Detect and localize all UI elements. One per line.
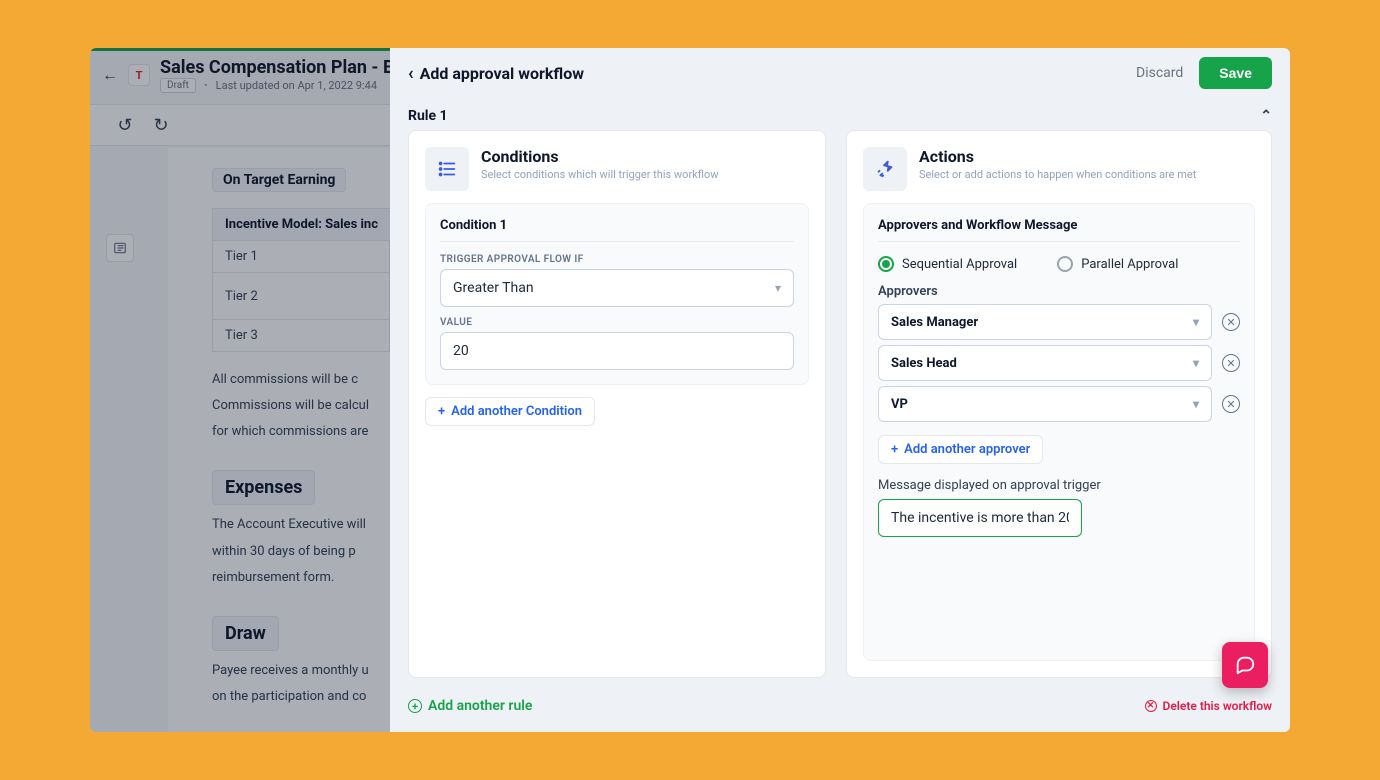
condition-panel: Condition 1 TRIGGER APPROVAL FLOW IF Gre… [425, 203, 809, 385]
add-rule-button[interactable]: + Add another rule [408, 698, 532, 714]
approvers-panel: Approvers and Workflow Message Sequentia… [863, 203, 1255, 661]
conditions-subtitle: Select conditions which will trigger thi… [481, 168, 719, 181]
parallel-approval-radio[interactable]: Parallel Approval [1057, 256, 1178, 272]
save-button[interactable]: Save [1199, 57, 1272, 89]
actions-title: Actions [919, 147, 1196, 166]
approvers-panel-heading: Approvers and Workflow Message [878, 218, 1240, 242]
condition-label: Condition 1 [440, 218, 794, 242]
chat-fab[interactable] [1222, 642, 1268, 688]
conditions-title: Conditions [481, 147, 719, 166]
chevron-down-icon: ▾ [1193, 315, 1199, 329]
approver-row: VP ▾ ✕ [878, 386, 1240, 422]
radio-selected-icon [878, 256, 894, 272]
trigger-field-label: TRIGGER APPROVAL FLOW IF [440, 254, 794, 265]
actions-icon [863, 147, 907, 191]
chevron-down-icon: ▾ [1193, 356, 1199, 370]
drawer-footer: + Add another rule ✕ Delete this workflo… [390, 690, 1290, 732]
approver-select-1[interactable]: Sales Head ▾ [878, 345, 1212, 381]
plus-icon: + [438, 404, 445, 419]
remove-approver-icon[interactable]: ✕ [1222, 313, 1240, 331]
trigger-operator-select[interactable]: Greater Than ▾ [440, 269, 794, 307]
add-approver-button[interactable]: + Add another approver [878, 435, 1043, 464]
approver-row: Sales Manager ▾ ✕ [878, 304, 1240, 340]
sequential-approval-radio[interactable]: Sequential Approval [878, 256, 1017, 272]
condition-value-input[interactable] [440, 332, 794, 370]
approver-row: Sales Head ▾ ✕ [878, 345, 1240, 381]
drawer-header: ‹ Add approval workflow Discard Save [390, 48, 1290, 98]
approver-select-0[interactable]: Sales Manager ▾ [878, 304, 1212, 340]
chevron-down-icon: ▾ [1193, 397, 1199, 411]
approver-select-2[interactable]: VP ▾ [878, 386, 1212, 422]
remove-approver-icon[interactable]: ✕ [1222, 395, 1240, 413]
drawer-title: Add approval workflow [420, 64, 584, 83]
delete-workflow-button[interactable]: ✕ Delete this workflow [1145, 699, 1273, 713]
discard-button[interactable]: Discard [1136, 65, 1183, 81]
actions-card: Actions Select or add actions to happen … [846, 130, 1272, 678]
value-field-label: VALUE [440, 317, 794, 328]
plus-circle-icon: + [408, 699, 422, 713]
rule-header[interactable]: Rule 1 ⌃ [390, 98, 1290, 130]
approval-message-label: Message displayed on approval trigger [878, 478, 1240, 493]
add-condition-button[interactable]: + Add another Condition [425, 397, 595, 426]
chevron-down-icon: ▾ [775, 281, 781, 295]
plus-icon: + [891, 442, 898, 457]
approval-message-input[interactable] [878, 499, 1082, 537]
conditions-card: Conditions Select conditions which will … [408, 130, 826, 678]
app-stage: ← T Sales Compensation Plan - Blo Draft … [90, 48, 1290, 732]
remove-approver-icon[interactable]: ✕ [1222, 354, 1240, 372]
approval-workflow-drawer: ‹ Add approval workflow Discard Save Rul… [390, 48, 1290, 732]
actions-subtitle: Select or add actions to happen when con… [919, 168, 1196, 181]
delete-circle-icon: ✕ [1145, 700, 1157, 712]
collapse-rule-icon[interactable]: ⌃ [1260, 108, 1272, 124]
rule-label: Rule 1 [408, 108, 448, 124]
conditions-icon [425, 147, 469, 191]
approvers-label: Approvers [878, 284, 1240, 299]
drawer-back-icon[interactable]: ‹ [408, 63, 414, 84]
radio-unselected-icon [1057, 256, 1073, 272]
